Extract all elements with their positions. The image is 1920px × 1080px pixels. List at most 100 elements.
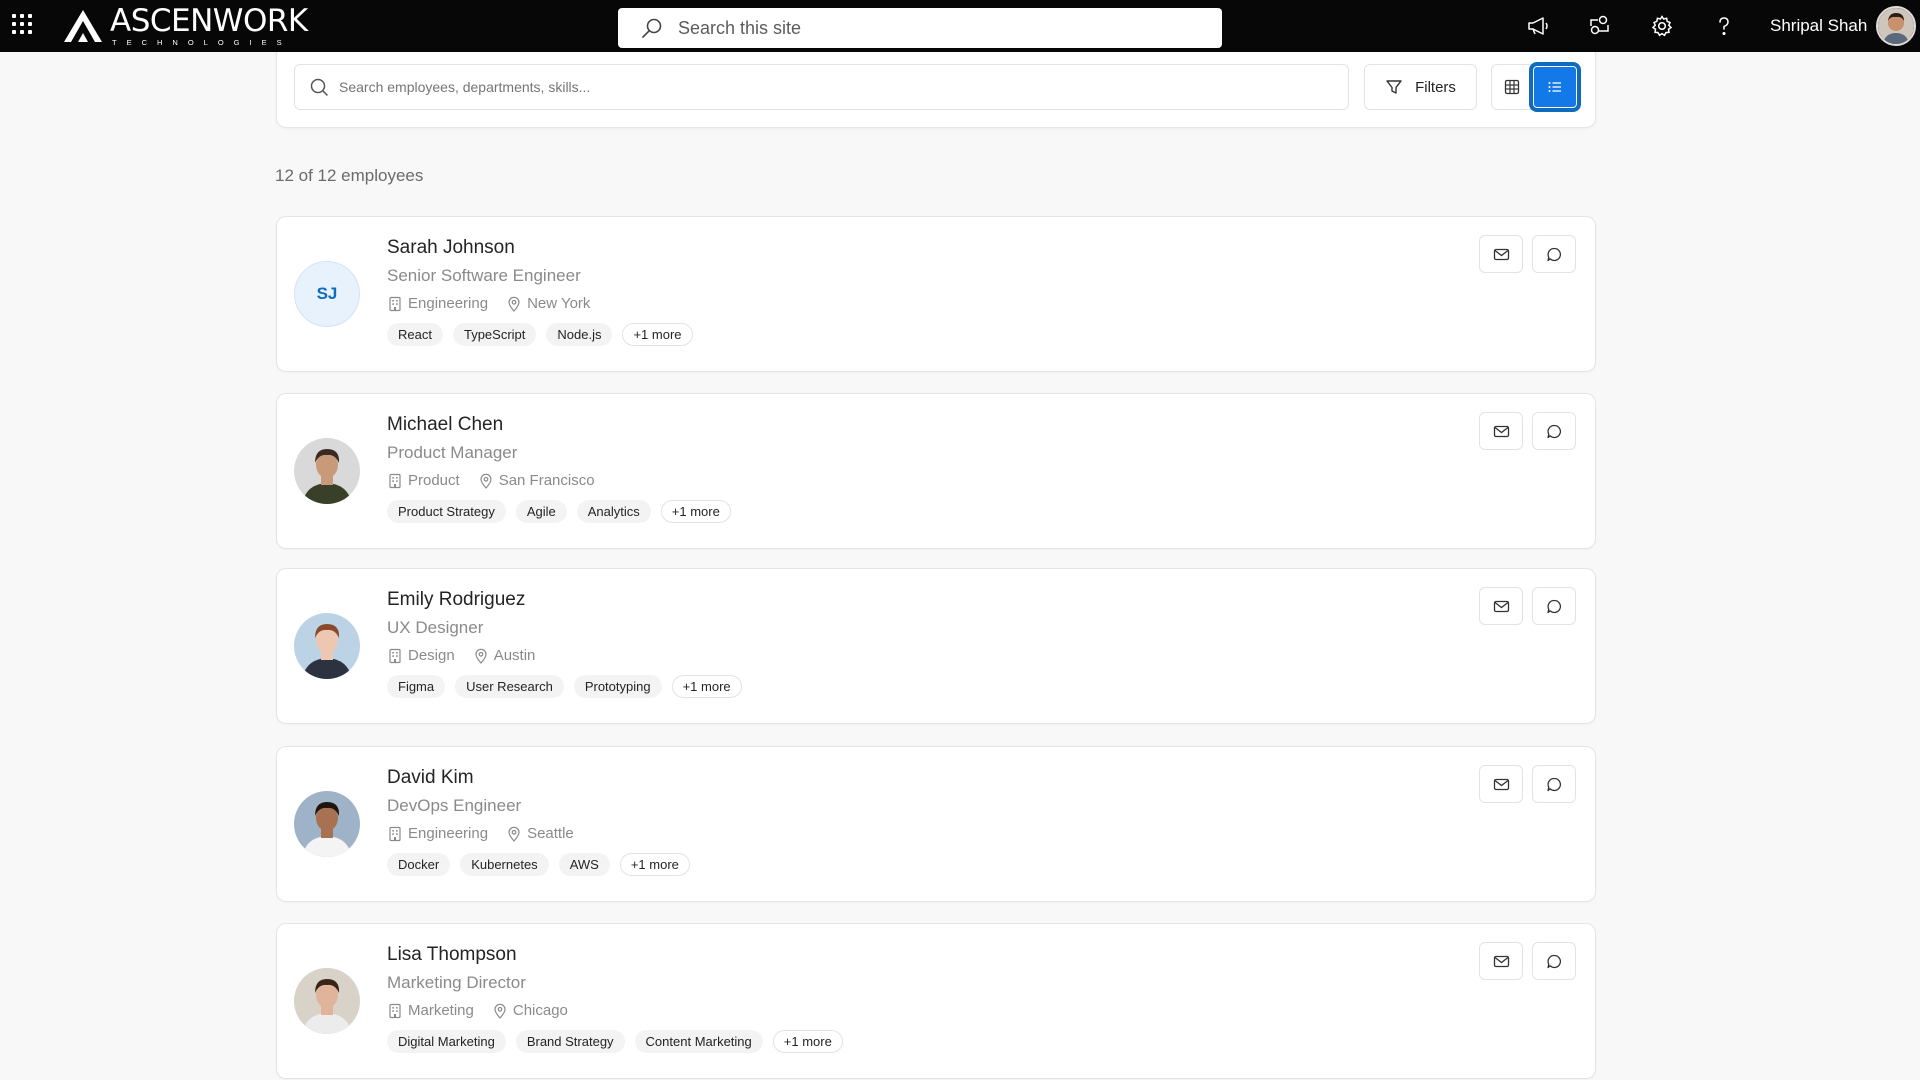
avatar-initials: SJ bbox=[316, 284, 338, 303]
employee-location: Austin bbox=[493, 647, 536, 664]
mail-icon bbox=[1493, 248, 1509, 260]
employee-title: DevOps Engineer bbox=[387, 796, 522, 815]
employee-department: Engineering bbox=[408, 825, 489, 842]
employee-title: Senior Software Engineer bbox=[387, 266, 581, 285]
employee-title: UX Designer bbox=[387, 618, 484, 637]
gear-icon[interactable] bbox=[1648, 12, 1676, 40]
employee-search-input[interactable]: Search employees, departments, skills... bbox=[294, 64, 1349, 110]
more-skills-tag[interactable]: +1 more bbox=[622, 323, 693, 346]
employee-avatar bbox=[294, 438, 360, 504]
employee-name[interactable]: Sarah Johnson bbox=[387, 237, 703, 259]
filter-panel: Search employees, departments, skills...… bbox=[276, 52, 1596, 128]
employee-department: Product bbox=[408, 472, 460, 489]
more-skills-tag[interactable]: +1 more bbox=[772, 1030, 843, 1053]
site-search-placeholder: Search this site bbox=[678, 17, 802, 38]
employee-photo bbox=[294, 791, 360, 857]
skill-tags: Digital Marketing Brand Strategy Content M… bbox=[387, 1030, 853, 1053]
location-pin-icon bbox=[508, 826, 520, 842]
building-icon bbox=[389, 1003, 401, 1018]
chat-button[interactable] bbox=[1532, 412, 1576, 450]
skill-tag: User Research bbox=[455, 675, 564, 698]
skill-tag: Kubernetes bbox=[460, 853, 549, 876]
megaphone-icon[interactable] bbox=[1524, 12, 1552, 40]
filters-label: Filters bbox=[1415, 78, 1456, 96]
chat-button[interactable] bbox=[1532, 942, 1576, 980]
site-search-input[interactable]: Search this site bbox=[618, 8, 1222, 48]
mail-icon bbox=[1493, 955, 1509, 967]
search-icon bbox=[642, 18, 662, 38]
employee-avatar bbox=[294, 613, 360, 679]
employee-name[interactable]: Emily Rodriguez bbox=[387, 589, 752, 611]
chat-button[interactable] bbox=[1532, 765, 1576, 803]
employee-card[interactable]: Michael Chen Product Manager Product San… bbox=[276, 393, 1596, 549]
employee-search-placeholder: Search employees, departments, skills... bbox=[339, 79, 591, 95]
share-icon[interactable] bbox=[1586, 12, 1614, 40]
help-icon[interactable] bbox=[1710, 12, 1738, 40]
top-bar: ASCENWORK TECHNOLOGIES Search this site bbox=[0, 0, 1920, 52]
grid-icon bbox=[1504, 79, 1520, 95]
brand-subtitle: TECHNOLOGIES bbox=[112, 37, 292, 47]
skill-tags: Figma User Research Prototyping +1 more bbox=[387, 675, 752, 698]
employee-card[interactable]: Emily Rodriguez UX Designer Design Austi… bbox=[276, 568, 1596, 724]
chat-bubble-icon bbox=[1546, 247, 1561, 261]
filters-button[interactable]: Filters bbox=[1364, 64, 1477, 110]
employee-card[interactable]: SJ Sarah Johnson Senior Software Enginee… bbox=[276, 216, 1596, 372]
brand-logo[interactable]: ASCENWORK TECHNOLOGIES bbox=[62, 5, 308, 47]
employee-department: Marketing bbox=[408, 1002, 474, 1019]
employee-photo bbox=[294, 968, 360, 1034]
email-button[interactable] bbox=[1479, 412, 1523, 450]
employee-location: New York bbox=[527, 295, 591, 312]
building-icon bbox=[389, 473, 401, 488]
mail-icon bbox=[1493, 600, 1509, 612]
user-name[interactable]: Shripal Shah bbox=[1770, 16, 1867, 36]
more-skills-tag[interactable]: +1 more bbox=[660, 500, 731, 523]
skill-tag: Figma bbox=[387, 675, 446, 698]
email-button[interactable] bbox=[1479, 235, 1523, 273]
employee-name[interactable]: Lisa Thompson bbox=[387, 944, 853, 966]
building-icon bbox=[389, 648, 401, 663]
chat-bubble-icon bbox=[1546, 599, 1561, 613]
more-skills-tag[interactable]: +1 more bbox=[619, 853, 690, 876]
app-launcher-icon[interactable] bbox=[12, 14, 34, 36]
location-pin-icon bbox=[494, 1003, 506, 1019]
building-icon bbox=[389, 296, 401, 311]
chat-button[interactable] bbox=[1532, 587, 1576, 625]
skill-tag: Prototyping bbox=[573, 675, 662, 698]
employee-location: San Francisco bbox=[498, 472, 595, 489]
skill-tags: Product Strategy Agile Analytics +1 more bbox=[387, 500, 741, 523]
employee-title: Product Manager bbox=[387, 443, 518, 462]
skill-tags: React TypeScript Node.js +1 more bbox=[387, 323, 703, 346]
employee-location: Chicago bbox=[512, 1002, 568, 1019]
skill-tag: Digital Marketing bbox=[387, 1030, 506, 1053]
location-pin-icon bbox=[480, 473, 492, 489]
employee-avatar bbox=[294, 791, 360, 857]
user-avatar[interactable] bbox=[1876, 6, 1916, 46]
list-view-button[interactable] bbox=[1531, 64, 1579, 110]
employee-avatar bbox=[294, 968, 360, 1034]
employee-card[interactable]: Lisa Thompson Marketing Director Marketi… bbox=[276, 923, 1596, 1079]
skill-tag: React bbox=[387, 323, 443, 346]
employee-avatar: SJ bbox=[294, 261, 360, 327]
grid-view-button[interactable] bbox=[1491, 64, 1533, 110]
employee-name[interactable]: David Kim bbox=[387, 767, 700, 789]
chat-bubble-icon bbox=[1546, 424, 1561, 438]
skill-tags: Docker Kubernetes AWS +1 more bbox=[387, 853, 700, 876]
email-button[interactable] bbox=[1479, 942, 1523, 980]
more-skills-tag[interactable]: +1 more bbox=[671, 675, 742, 698]
email-button[interactable] bbox=[1479, 587, 1523, 625]
location-pin-icon bbox=[508, 296, 520, 312]
employee-location: Seattle bbox=[527, 825, 574, 842]
logo-mark-icon bbox=[64, 10, 102, 42]
employee-department: Design bbox=[408, 647, 455, 664]
skill-tag: TypeScript bbox=[452, 323, 537, 346]
employee-name[interactable]: Michael Chen bbox=[387, 414, 741, 436]
list-icon bbox=[1548, 82, 1561, 92]
location-pin-icon bbox=[475, 648, 487, 664]
chat-button[interactable] bbox=[1532, 235, 1576, 273]
skill-tag: Content Marketing bbox=[634, 1030, 763, 1053]
skill-tag: Product Strategy bbox=[387, 500, 506, 523]
employee-card[interactable]: David Kim DevOps Engineer Engineering Se… bbox=[276, 746, 1596, 902]
skill-tag: Node.js bbox=[546, 323, 613, 346]
email-button[interactable] bbox=[1479, 765, 1523, 803]
mail-icon bbox=[1493, 778, 1509, 790]
